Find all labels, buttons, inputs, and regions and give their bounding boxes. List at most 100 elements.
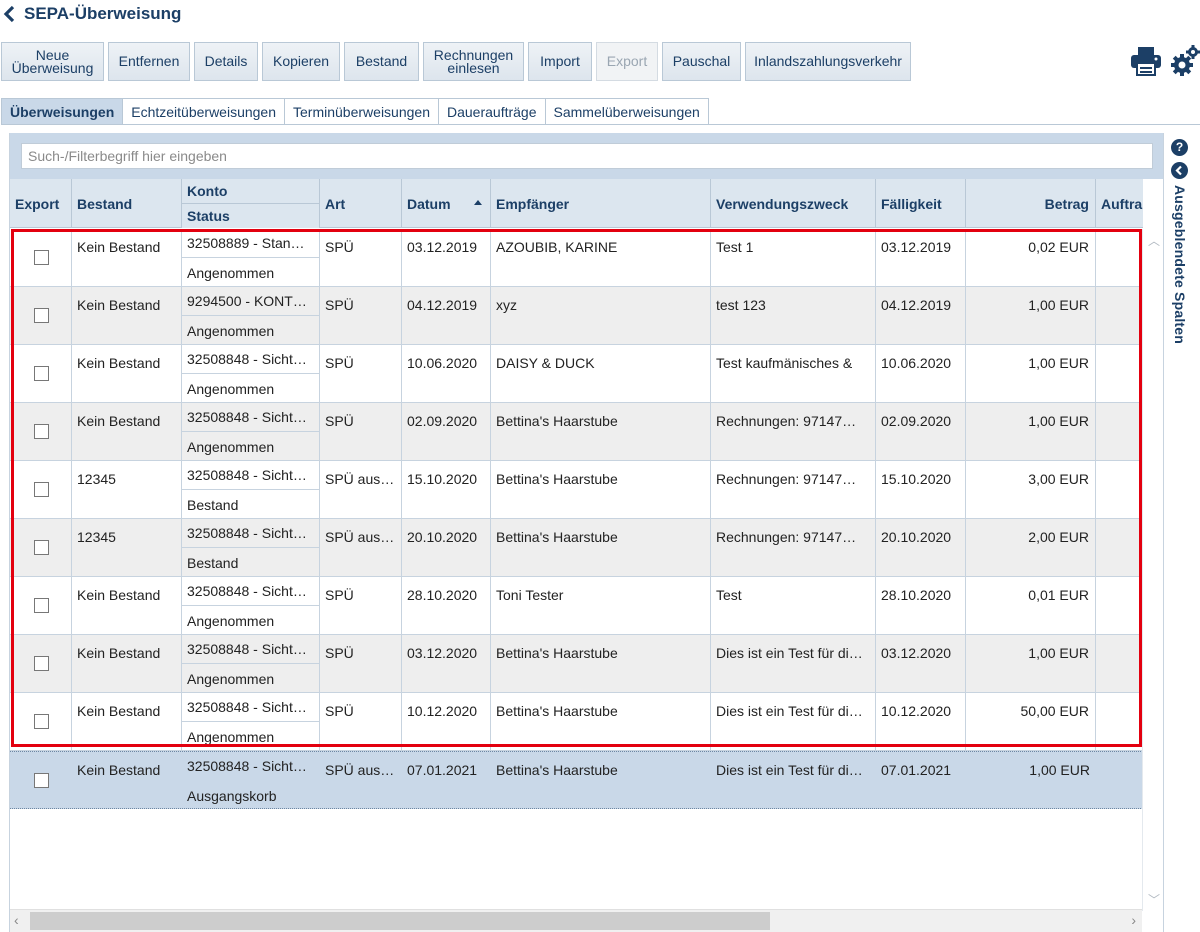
domestic-payments-button[interactable]: Inlandszahlungsverkehr xyxy=(745,42,911,81)
tab-bulk-transfers[interactable]: Sammelüberweisungen xyxy=(545,98,709,125)
col-export-header[interactable]: Export xyxy=(10,179,72,228)
cell-auftrag xyxy=(1096,229,1143,287)
tab-transfers[interactable]: Überweisungen xyxy=(1,98,124,125)
cell-faelligkeit: 04.12.2019 xyxy=(876,287,966,345)
horizontal-scrollbar[interactable]: ‹ › xyxy=(10,909,1142,932)
table-row[interactable]: 32508848 - Sicht… Angenommen Kein Bestand S… xyxy=(10,403,1143,461)
cell-status: Angenommen xyxy=(182,432,320,461)
cell-faelligkeit: 02.09.2020 xyxy=(876,403,966,461)
export-button[interactable]: Export xyxy=(596,42,658,81)
cell-export xyxy=(10,287,72,345)
cell-verwendungszweck: Rechnungen: 97147… xyxy=(711,519,876,577)
cell-konto: 32508848 - Sicht… xyxy=(182,461,320,490)
gears-icon[interactable] xyxy=(1170,44,1200,78)
cell-betrag: 1,00 EUR xyxy=(966,287,1096,345)
cell-datum: 03.12.2020 xyxy=(402,635,491,693)
import-invoices-button[interactable]: Rechnungen einlesen xyxy=(423,42,524,81)
toolbar: Neue Überweisung Entfernen Details Kopier… xyxy=(1,42,911,81)
cell-auftrag xyxy=(1096,635,1143,693)
table-row[interactable]: 32508848 - Sicht… Ausgangskorb Kein Bestan… xyxy=(10,751,1143,809)
printer-icon[interactable] xyxy=(1130,46,1162,76)
cell-status: Bestand xyxy=(182,548,320,577)
cell-verwendungszweck: Rechnungen: 97147… xyxy=(711,403,876,461)
table-row[interactable]: 32508848 - Sicht… Angenommen Kein Bestand S… xyxy=(10,635,1143,693)
cell-konto: 32508848 - Sicht… xyxy=(182,635,320,664)
tab-scheduled-transfers[interactable]: Terminüberweisungen xyxy=(285,98,439,125)
cell-betrag: 0,01 EUR xyxy=(966,577,1096,635)
cell-status: Angenommen xyxy=(182,606,320,635)
copy-button[interactable]: Kopieren xyxy=(262,42,340,81)
title-bar: SEPA-Überweisung xyxy=(0,0,400,28)
cell-empfaenger: Bettina's Haarstube xyxy=(496,762,618,778)
cell-konto: 32508848 - Sicht… xyxy=(182,693,320,722)
col-art-header[interactable]: Art xyxy=(320,179,402,228)
col-verwendungszweck-header[interactable]: Verwendungszweck xyxy=(711,179,876,228)
expand-left-icon[interactable] xyxy=(1171,162,1188,179)
export-checkbox[interactable] xyxy=(34,482,49,497)
export-checkbox[interactable] xyxy=(34,598,49,613)
export-checkbox[interactable] xyxy=(34,424,49,439)
export-checkbox[interactable] xyxy=(34,714,49,729)
flat-rate-button[interactable]: Pauschal xyxy=(662,42,741,81)
cell-faelligkeit: 07.01.2021 xyxy=(881,762,952,778)
export-checkbox[interactable] xyxy=(34,308,49,323)
cell-export xyxy=(10,693,72,751)
col-bestand-header[interactable]: Bestand xyxy=(72,179,182,228)
table-row[interactable]: 9294500 - KONT… Angenommen Kein Bestand SPÜ… xyxy=(10,287,1143,345)
cell-verwendungszweck: test 123 xyxy=(711,287,876,345)
import-button[interactable]: Import xyxy=(528,42,592,81)
table-row[interactable]: 32508848 - Sicht… Angenommen Kein Bestand S… xyxy=(10,345,1143,403)
cell-auftrag xyxy=(1096,287,1143,345)
export-checkbox[interactable] xyxy=(34,773,49,788)
cell-empfaenger: AZOUBIB, KARINE xyxy=(491,229,711,287)
export-checkbox[interactable] xyxy=(34,366,49,381)
scroll-left-icon[interactable]: ‹ xyxy=(14,912,19,928)
stock-button[interactable]: Bestand xyxy=(344,42,419,81)
cell-bestand: Kein Bestand xyxy=(72,229,182,287)
cell-betrag: 1,00 EUR xyxy=(966,403,1096,461)
col-auftrag-header[interactable]: Auftra xyxy=(1096,179,1143,228)
cell-verwendungszweck: Dies ist ein Test für di… xyxy=(711,635,876,693)
col-datum-header[interactable]: Datum xyxy=(402,179,491,228)
details-button[interactable]: Details xyxy=(194,42,258,81)
vertical-scrollbar[interactable]: ︿ ﹀ xyxy=(1142,229,1163,911)
remove-button[interactable]: Entfernen xyxy=(108,42,190,81)
cell-betrag: 3,00 EUR xyxy=(966,461,1096,519)
col-betrag-header[interactable]: Betrag xyxy=(966,179,1096,228)
table-row[interactable]: 32508848 - Sicht… Bestand 12345 SPÜ aus… 15.… xyxy=(10,461,1143,519)
cell-export xyxy=(10,577,72,635)
tab-standing-orders[interactable]: Daueraufträge xyxy=(438,98,546,125)
page-title: SEPA-Überweisung xyxy=(24,4,182,23)
table-row[interactable]: 32508848 - Sicht… Angenommen Kein Bestand S… xyxy=(10,577,1143,635)
cell-betrag: 0,02 EUR xyxy=(966,229,1096,287)
col-empfaenger-header[interactable]: Empfänger xyxy=(491,179,711,228)
new-transfer-button[interactable]: Neue Überweisung xyxy=(1,42,104,81)
help-icon[interactable]: ? xyxy=(1171,139,1188,156)
hidden-columns-label[interactable]: Ausgeblendete Spalten xyxy=(1172,185,1188,344)
sort-ascending-icon xyxy=(474,200,482,205)
scroll-up-icon[interactable]: ︿ xyxy=(1148,232,1160,249)
back-chevron-icon[interactable] xyxy=(2,4,20,24)
table-row[interactable]: 32508889 - Stan… Angenommen Kein Bestand SP… xyxy=(10,229,1143,287)
filter-input[interactable] xyxy=(21,143,1153,169)
col-konto-header[interactable]: Konto xyxy=(182,179,320,204)
col-status-header[interactable]: Status xyxy=(182,204,320,228)
filter-bar xyxy=(10,133,1164,179)
tab-realtime-transfers[interactable]: Echtzeitüberweisungen xyxy=(123,98,286,125)
cell-bestand: Kein Bestand xyxy=(72,635,182,693)
col-faelligkeit-header[interactable]: Fälligkeit xyxy=(876,179,966,228)
cell-export xyxy=(10,461,72,519)
cell-bestand: Kein Bestand xyxy=(72,577,182,635)
cell-datum: 04.12.2019 xyxy=(402,287,491,345)
export-checkbox[interactable] xyxy=(34,250,49,265)
table-row[interactable]: 32508848 - Sicht… Angenommen Kein Bestand S… xyxy=(10,693,1143,751)
cell-bestand: Kein Bestand xyxy=(72,287,182,345)
export-checkbox[interactable] xyxy=(34,540,49,555)
scroll-right-icon[interactable]: › xyxy=(1131,912,1136,928)
cell-bestand: 12345 xyxy=(72,519,182,577)
cell-export xyxy=(10,229,72,287)
horizontal-scroll-thumb[interactable] xyxy=(30,912,770,930)
table-row[interactable]: 32508848 - Sicht… Bestand 12345 SPÜ aus… 20.… xyxy=(10,519,1143,577)
export-checkbox[interactable] xyxy=(34,656,49,671)
scroll-down-icon[interactable]: ﹀ xyxy=(1148,891,1160,908)
